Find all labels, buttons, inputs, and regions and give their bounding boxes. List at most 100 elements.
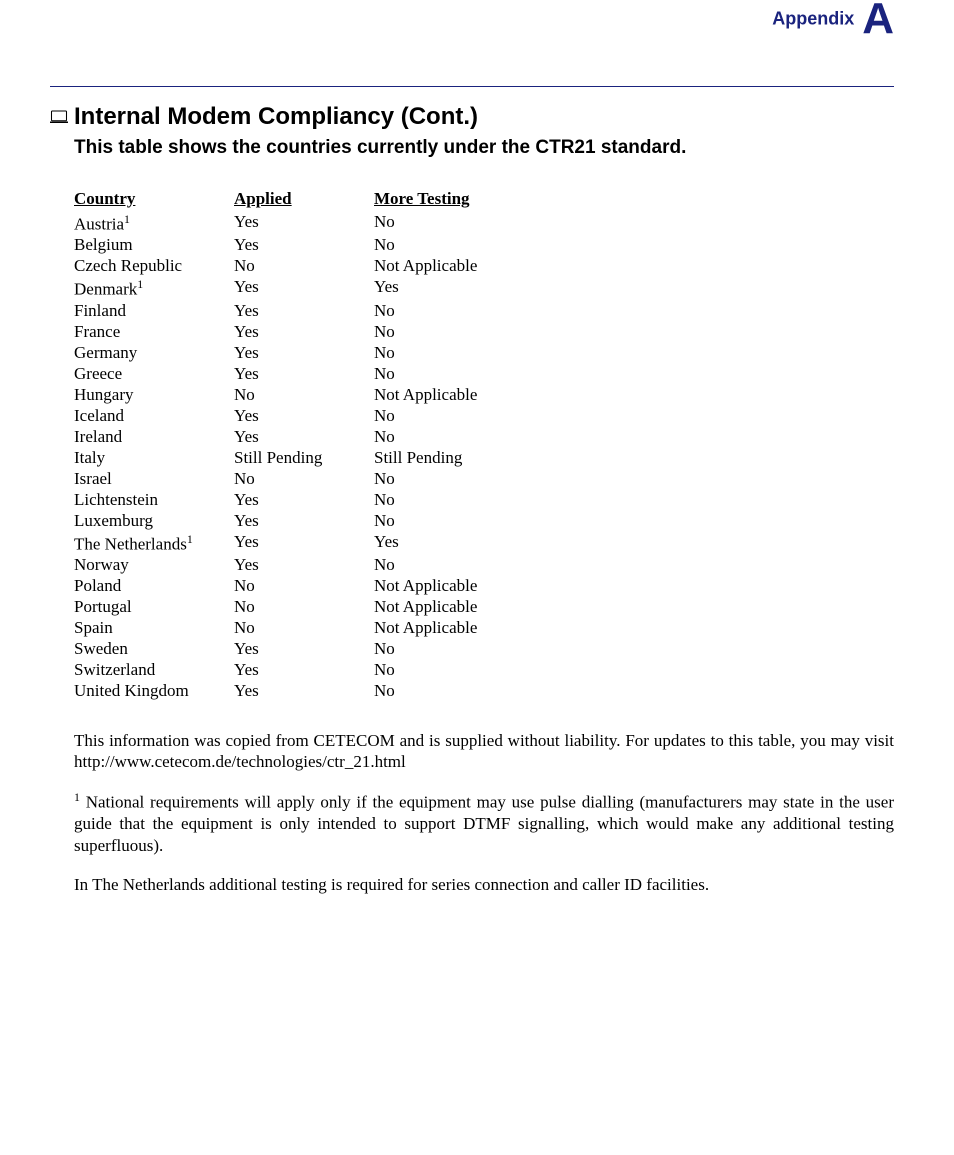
- th-country: Country: [74, 189, 234, 211]
- cell-applied: Yes: [234, 277, 374, 301]
- table-row: SwitzerlandYesNo: [74, 660, 554, 681]
- cell-applied: Yes: [234, 211, 374, 235]
- header-rule: [50, 86, 894, 87]
- cell-more-testing: Yes: [374, 531, 554, 555]
- cell-more-testing: No: [374, 405, 554, 426]
- cell-applied: Yes: [234, 531, 374, 555]
- cell-applied: Yes: [234, 363, 374, 384]
- netherlands-paragraph: In The Netherlands additional testing is…: [74, 874, 894, 895]
- cell-more-testing: No: [374, 681, 554, 702]
- table-row: LuxemburgYesNo: [74, 510, 554, 531]
- cell-applied: No: [234, 468, 374, 489]
- page-title: Internal Modem Compliancy (Cont.): [74, 103, 478, 131]
- table-row: United KingdomYesNo: [74, 681, 554, 702]
- cell-country: The Netherlands1: [74, 531, 234, 555]
- cell-applied: Yes: [234, 660, 374, 681]
- table-row: IsraelNoNo: [74, 468, 554, 489]
- cell-applied: No: [234, 576, 374, 597]
- table-row: GreeceYesNo: [74, 363, 554, 384]
- cell-applied: No: [234, 384, 374, 405]
- cell-applied: Yes: [234, 321, 374, 342]
- cell-applied: Yes: [234, 405, 374, 426]
- cell-more-testing: Still Pending: [374, 447, 554, 468]
- table-row: SwedenYesNo: [74, 639, 554, 660]
- cell-country: Israel: [74, 468, 234, 489]
- cell-country: Portugal: [74, 597, 234, 618]
- country-sup: 1: [187, 532, 193, 546]
- cell-country: Lichtenstein: [74, 489, 234, 510]
- cell-country: Italy: [74, 447, 234, 468]
- cell-country: Ireland: [74, 426, 234, 447]
- cell-more-testing: No: [374, 639, 554, 660]
- cell-country: Switzerland: [74, 660, 234, 681]
- cell-country: Belgium: [74, 235, 234, 256]
- cell-applied: No: [234, 597, 374, 618]
- cell-more-testing: Not Applicable: [374, 384, 554, 405]
- notebook-icon: [50, 110, 68, 124]
- cell-more-testing: No: [374, 426, 554, 447]
- table-row: IcelandYesNo: [74, 405, 554, 426]
- cell-country: Poland: [74, 576, 234, 597]
- table-row: PolandNoNot Applicable: [74, 576, 554, 597]
- table-row: NorwayYesNo: [74, 555, 554, 576]
- cell-more-testing: No: [374, 300, 554, 321]
- country-sup: 1: [137, 277, 143, 291]
- cell-country: Luxemburg: [74, 510, 234, 531]
- cell-more-testing: No: [374, 510, 554, 531]
- cell-applied: No: [234, 256, 374, 277]
- cell-more-testing: Not Applicable: [374, 576, 554, 597]
- cell-more-testing: No: [374, 342, 554, 363]
- page-subtitle: This table shows the countries currently…: [74, 137, 894, 159]
- cell-country: Greece: [74, 363, 234, 384]
- cell-country: Austria1: [74, 211, 234, 235]
- cell-more-testing: No: [374, 660, 554, 681]
- cell-applied: Yes: [234, 235, 374, 256]
- cell-applied: Yes: [234, 681, 374, 702]
- cell-country: Iceland: [74, 405, 234, 426]
- cell-applied: Yes: [234, 510, 374, 531]
- appendix-letter: A: [862, 0, 894, 43]
- appendix-label: Appendix A: [772, 0, 894, 44]
- cell-more-testing: No: [374, 363, 554, 384]
- th-more-testing: More Testing: [374, 189, 554, 211]
- cell-applied: Yes: [234, 489, 374, 510]
- table-row: LichtensteinYesNo: [74, 489, 554, 510]
- cell-country: France: [74, 321, 234, 342]
- footnote-text: National requirements will apply only if…: [74, 793, 894, 855]
- cell-country: Denmark1: [74, 277, 234, 301]
- cell-more-testing: No: [374, 489, 554, 510]
- cell-more-testing: No: [374, 555, 554, 576]
- cell-more-testing: No: [374, 235, 554, 256]
- country-sup: 1: [124, 212, 130, 226]
- table-row: GermanyYesNo: [74, 342, 554, 363]
- cell-applied: No: [234, 618, 374, 639]
- cell-applied: Yes: [234, 639, 374, 660]
- cell-applied: Yes: [234, 342, 374, 363]
- table-row: Denmark1YesYes: [74, 277, 554, 301]
- table-row: HungaryNoNot Applicable: [74, 384, 554, 405]
- cell-more-testing: No: [374, 211, 554, 235]
- compliancy-table: Country Applied More Testing Austria1Yes…: [74, 189, 554, 702]
- cell-applied: Yes: [234, 300, 374, 321]
- footnote-paragraph: 1 National requirements will apply only …: [74, 790, 894, 855]
- cell-country: Spain: [74, 618, 234, 639]
- cell-more-testing: Not Applicable: [374, 256, 554, 277]
- cell-applied: Still Pending: [234, 447, 374, 468]
- table-row: ItalyStill PendingStill Pending: [74, 447, 554, 468]
- table-row: FinlandYesNo: [74, 300, 554, 321]
- table-row: FranceYesNo: [74, 321, 554, 342]
- cell-more-testing: Not Applicable: [374, 597, 554, 618]
- table-row: BelgiumYesNo: [74, 235, 554, 256]
- cell-more-testing: No: [374, 468, 554, 489]
- info-paragraph: This information was copied from CETECOM…: [74, 730, 894, 773]
- appendix-word: Appendix: [772, 9, 854, 29]
- cell-applied: Yes: [234, 426, 374, 447]
- cell-country: United Kingdom: [74, 681, 234, 702]
- cell-more-testing: No: [374, 321, 554, 342]
- table-row: Austria1YesNo: [74, 211, 554, 235]
- cell-country: Hungary: [74, 384, 234, 405]
- cell-applied: Yes: [234, 555, 374, 576]
- cell-country: Norway: [74, 555, 234, 576]
- table-row: Czech RepublicNoNot Applicable: [74, 256, 554, 277]
- table-row: SpainNoNot Applicable: [74, 618, 554, 639]
